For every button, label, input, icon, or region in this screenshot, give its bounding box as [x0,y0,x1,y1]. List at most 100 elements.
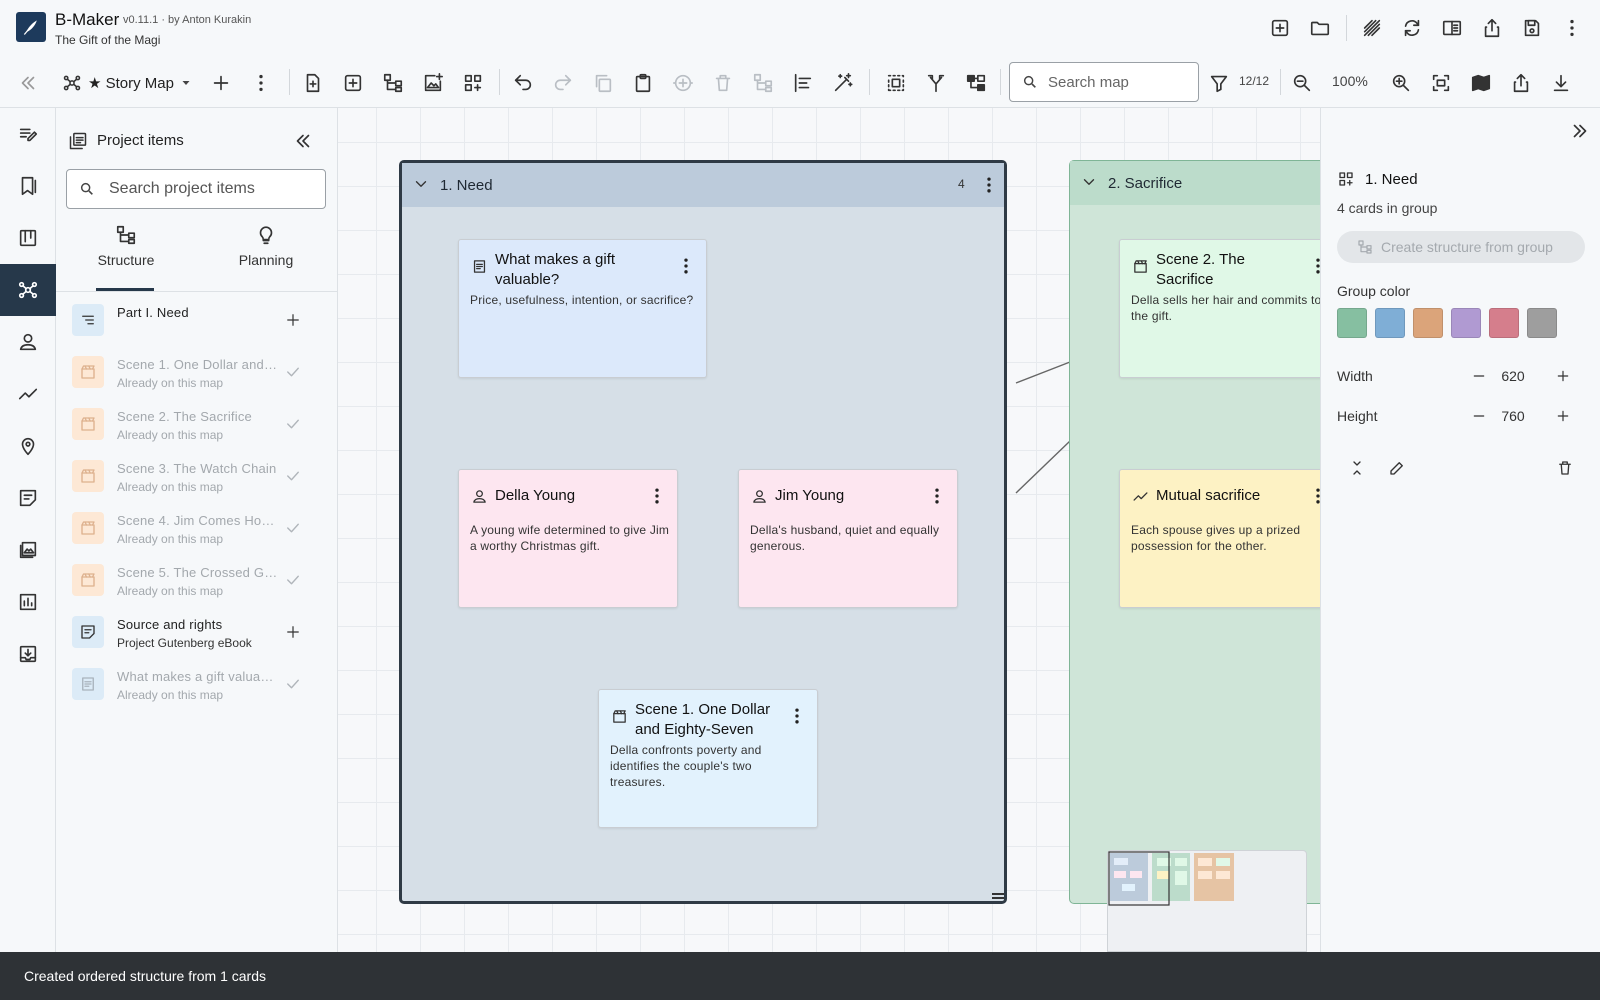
zoom-level[interactable]: 100% [1332,73,1368,89]
filter-button[interactable] [1205,69,1233,97]
split-view-button[interactable] [1438,14,1466,42]
add-to-map-button[interactable] [282,309,304,331]
rail-item-notes[interactable] [0,108,56,160]
card-menu-button[interactable] [647,484,667,508]
card-menu-button[interactable] [676,254,696,278]
collapse-panel-button[interactable] [292,130,316,154]
more-menu-button[interactable] [1558,14,1586,42]
width-value[interactable]: 620 [1493,368,1533,384]
list-item[interactable]: Scene 3. The Watch Chain Already on this… [56,450,338,502]
new-project-button[interactable] [1266,14,1294,42]
download-button[interactable] [1547,69,1575,97]
rail-item-stats[interactable] [0,576,56,628]
map-selector[interactable]: ★ Story Map [62,70,192,96]
align-button[interactable] [789,69,817,97]
add-structure-button[interactable] [379,69,407,97]
share-button[interactable] [1478,14,1506,42]
color-swatch-orange[interactable] [1413,308,1443,338]
search-map-field[interactable] [1009,62,1199,102]
width-increase-button[interactable] [1551,364,1575,388]
card-character[interactable]: Della Young A young wife determined to g… [458,469,678,608]
delete-group-button[interactable] [1553,456,1577,480]
resize-handle[interactable] [992,893,1004,899]
auto-layout-button[interactable] [829,69,857,97]
minimap-toggle-button[interactable] [1467,69,1495,97]
project-search-field[interactable] [66,169,326,209]
add-box-button[interactable] [339,69,367,97]
redo-button[interactable] [549,69,577,97]
color-swatch-red[interactable] [1489,308,1519,338]
save-button[interactable] [1518,14,1546,42]
card-scene[interactable]: Scene 2. The Sacrifice Della sells her h… [1119,239,1320,378]
fit-view-button[interactable] [1427,69,1455,97]
zoom-in-button[interactable] [1387,69,1415,97]
card-menu-button[interactable] [1308,254,1320,278]
list-item[interactable]: Scene 2. The Sacrifice Already on this m… [56,398,338,450]
rail-item-images[interactable] [0,524,56,576]
list-item[interactable]: What makes a gift valuable? Already on t… [56,658,338,710]
add-map-button[interactable] [207,69,235,97]
color-swatch-purple[interactable] [1451,308,1481,338]
add-to-map-button[interactable] [282,621,304,643]
hierarchy-button[interactable] [962,69,990,97]
color-swatch-blue[interactable] [1375,308,1405,338]
more-vert-icon[interactable] [979,173,999,197]
map-menu-button[interactable] [247,69,275,97]
zoom-out-button[interactable] [1288,69,1316,97]
add-image-button[interactable] [419,69,447,97]
rail-item-story-map[interactable] [0,264,56,316]
rail-item-board[interactable] [0,212,56,264]
color-swatch-green[interactable] [1337,308,1367,338]
card-menu-button[interactable] [787,704,807,728]
rail-item-plotlines[interactable] [0,368,56,420]
sync-button[interactable] [1398,14,1426,42]
copy-button[interactable] [589,69,617,97]
card-character[interactable]: Jim Young Della's husband, quiet and equ… [738,469,958,608]
group-sacrifice[interactable]: 2. Sacrifice Scene 2. The Sacrifice Dell… [1069,160,1320,904]
tab-planning[interactable]: Planning [196,224,336,282]
group-need[interactable]: 1. Need 4 What makes a gift valuable? Pr… [399,160,1007,904]
card-scene[interactable]: Scene 1. One Dollar and Eighty-Seven Cen… [598,689,818,828]
collapse-rail-button[interactable] [14,69,42,97]
new-card-button[interactable] [299,69,327,97]
height-decrease-button[interactable] [1467,404,1491,428]
card-plotline[interactable]: Mutual sacrifice Each spouse gives up a … [1119,469,1320,608]
minimap[interactable] [1107,850,1307,952]
structure-from-selection-button[interactable] [749,69,777,97]
story-map-canvas[interactable]: 1. Need 4 What makes a gift valuable? Pr… [338,108,1320,952]
export-map-button[interactable] [1507,69,1535,97]
group-header[interactable]: 1. Need 4 [402,163,1004,207]
card-menu-button[interactable] [1308,484,1320,508]
branch-button[interactable] [922,69,950,97]
search-map-input[interactable] [1048,73,1178,91]
collapse-inspector-button[interactable] [1569,120,1593,144]
rail-item-characters[interactable] [0,316,56,368]
select-all-button[interactable] [882,69,910,97]
texture-button[interactable] [1358,14,1386,42]
list-item[interactable]: Source and rights Project Gutenberg eBoo… [56,606,338,658]
open-project-button[interactable] [1306,14,1334,42]
delete-button[interactable] [709,69,737,97]
height-value[interactable]: 760 [1493,408,1533,424]
list-item[interactable]: Scene 1. One Dollar and Eighty-Seven Cen… [56,346,338,398]
card-idea[interactable]: What makes a gift valuable? Price, usefu… [458,239,707,378]
color-swatch-gray[interactable] [1527,308,1557,338]
width-decrease-button[interactable] [1467,364,1491,388]
list-item[interactable]: Part I. Need [56,294,338,346]
rail-item-export[interactable] [0,628,56,680]
add-connection-button[interactable] [669,69,697,97]
height-increase-button[interactable] [1551,404,1575,428]
project-search-input[interactable] [109,180,309,198]
collapse-group-button[interactable] [1345,456,1369,480]
chevron-down-icon[interactable] [412,175,430,193]
list-item[interactable]: Scene 5. The Crossed Gifts Already on th… [56,554,338,606]
tab-structure[interactable]: Structure [56,224,196,282]
list-item[interactable]: Scene 4. Jim Comes Home Already on this … [56,502,338,554]
paste-button[interactable] [629,69,657,97]
rail-item-bookmarks[interactable] [0,160,56,212]
rail-item-locations[interactable] [0,420,56,472]
chevron-down-icon[interactable] [1080,173,1098,191]
create-structure-button[interactable]: Create structure from group [1337,231,1585,263]
rail-item-documents[interactable] [0,472,56,524]
card-menu-button[interactable] [927,484,947,508]
